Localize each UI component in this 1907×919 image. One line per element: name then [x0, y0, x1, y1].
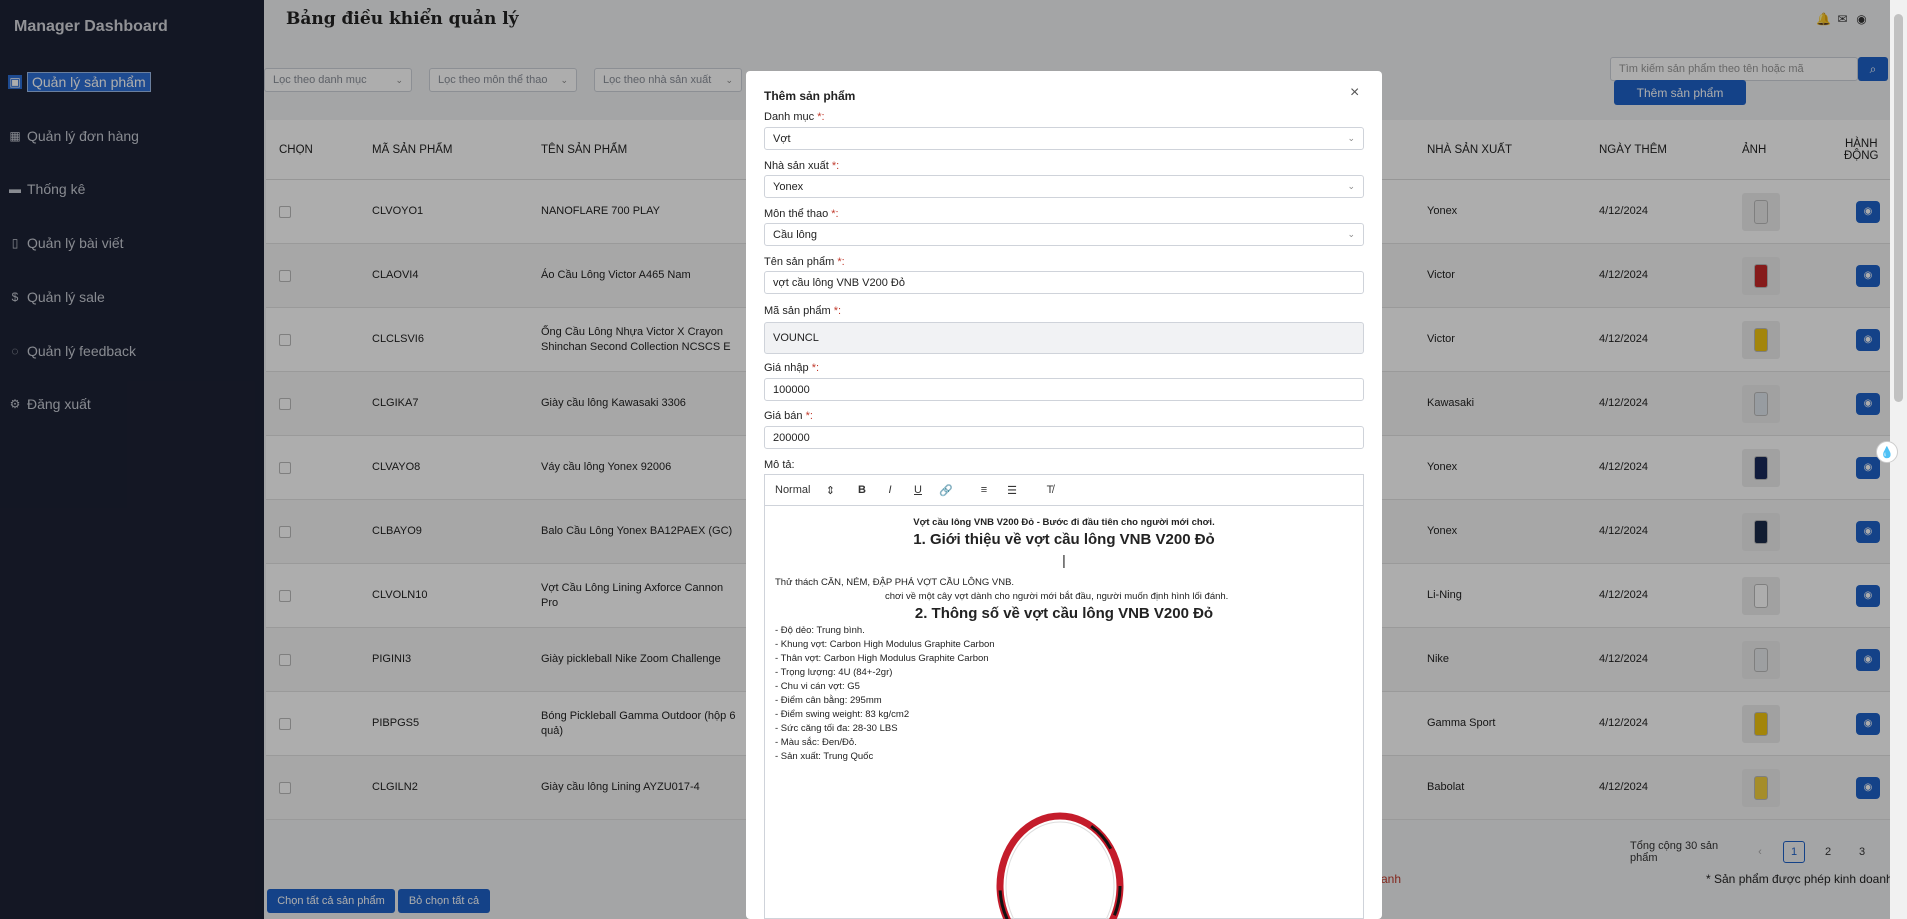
bullet-list-icon[interactable]: ☰: [1005, 484, 1019, 497]
chevron-down-icon: ⌄: [1347, 181, 1355, 191]
close-icon[interactable]: ×: [1350, 84, 1359, 102]
required-mark: *:: [811, 362, 820, 374]
paragraph-2: chơi về một cây vợt dành cho người mới b…: [885, 591, 1229, 602]
maker-value: Yonex: [773, 180, 804, 193]
name-label: Tên sản phẩm *:: [764, 256, 845, 268]
racket-image: [985, 811, 1135, 919]
clear-format-icon[interactable]: T̸: [1043, 484, 1057, 496]
modal-title: Thêm sản phẩm: [764, 89, 856, 103]
spec-item: - Điểm swing weight: 83 kg/cm2: [775, 709, 910, 720]
spec-item: - Độ dẻo: Trung bình.: [775, 625, 865, 636]
editor-toolbar: Normal ⇕ B I U 🔗 ≡ ☰ T̸: [765, 475, 1363, 506]
sport-value: Cầu lông: [773, 228, 818, 241]
spec-item: - Sức căng tối đa: 28-30 LBS: [775, 723, 898, 734]
add-product-modal: Thêm sản phẩm × Danh mục *: Vợt ⌄ Nhà sản…: [746, 71, 1382, 919]
paragraph-1: Thử thách CĂN, NÉM, ĐẬP PHÁ VỢT CẦU LÔNG…: [775, 577, 1015, 588]
spec-item: - Khung vợt: Carbon High Modulus Graphit…: [775, 639, 995, 650]
description-label: Mô tả:: [764, 459, 795, 471]
sport-label: Môn thể thao *:: [764, 208, 839, 220]
chevron-down-icon: ⌄: [1347, 133, 1355, 143]
category-label-text: Danh mục: [764, 111, 818, 123]
import-price-input[interactable]: 100000: [764, 378, 1364, 401]
spec-item: - Sản xuất: Trung Quốc: [775, 751, 874, 762]
sale-label-text: Giá bán: [764, 410, 806, 422]
format-select[interactable]: Normal ⇕: [775, 484, 835, 497]
spec-item: - Trọng lượng: 4U (84+-2gr): [775, 667, 893, 678]
required-mark: *:: [817, 111, 825, 123]
product-name-input[interactable]: vợt cầu lông VNB V200 Đỏ: [764, 271, 1364, 294]
heading-1: 1. Giới thiệu về vợt cầu lông VNB V200 Đ…: [913, 531, 1215, 548]
editor-content[interactable]: Vợt cầu lông VNB V200 Đỏ - Bước đi đầu t…: [765, 506, 1363, 919]
scrollbar-thumb[interactable]: [1894, 14, 1903, 402]
link-icon[interactable]: 🔗: [939, 484, 953, 497]
spec-item: - Điểm cân bằng: 295mm: [775, 695, 882, 706]
maker-label: Nhà sản xuất *:: [764, 160, 839, 172]
chevron-down-icon: ⌄: [1347, 229, 1355, 239]
droplet-icon[interactable]: 💧: [1876, 441, 1898, 463]
required-mark: *:: [837, 256, 845, 268]
product-code-input: VOUNCL: [764, 322, 1364, 354]
required-mark: *:: [831, 160, 840, 172]
intro-text: Vợt cầu lông VNB V200 Đỏ - Bước đi đầu t…: [913, 517, 1215, 528]
code-label-text: Mã sản phẩm: [764, 305, 834, 317]
category-select[interactable]: Vợt ⌄: [764, 127, 1364, 150]
category-value: Vợt: [773, 132, 791, 145]
spec-item: - Thân vợt: Carbon High Modulus Graphite…: [775, 653, 989, 664]
text-caret: |: [1062, 552, 1066, 568]
spec-item: - Màu sắc: Đen/Đỏ.: [775, 737, 857, 748]
format-value: Normal: [775, 483, 811, 496]
maker-select[interactable]: Yonex ⌄: [764, 175, 1364, 198]
required-mark: *:: [805, 410, 813, 422]
required-mark: *:: [833, 305, 842, 317]
bold-icon[interactable]: B: [855, 484, 869, 496]
italic-icon[interactable]: I: [883, 484, 897, 496]
sale-price-label: Giá bán *:: [764, 410, 813, 422]
spec-item: - Chu vi cán vợt: G5: [775, 681, 860, 692]
import-label-text: Giá nhập: [764, 362, 812, 374]
spec-list: - Độ dẻo: Trung bình. - Khung vợt: Carbon…: [775, 624, 1353, 764]
sport-label-text: Môn thể thao: [764, 208, 832, 220]
ordered-list-icon[interactable]: ≡: [977, 484, 991, 496]
required-mark: *:: [831, 208, 839, 220]
maker-label-text: Nhà sản xuất: [764, 160, 832, 172]
name-label-text: Tên sản phẩm: [764, 256, 838, 268]
sale-price-input[interactable]: 200000: [764, 426, 1364, 449]
category-label: Danh mục *:: [764, 111, 825, 123]
code-label: Mã sản phẩm *:: [764, 305, 841, 317]
heading-2: 2. Thông số về vợt cầu lông VNB V200 Đỏ: [914, 605, 1214, 622]
updown-icon: ⇕: [825, 484, 835, 497]
sport-select[interactable]: Cầu lông ⌄: [764, 223, 1364, 246]
import-price-label: Giá nhập *:: [764, 362, 819, 374]
description-editor[interactable]: Normal ⇕ B I U 🔗 ≡ ☰ T̸ Vợt cầu lông VNB …: [764, 474, 1364, 919]
underline-icon[interactable]: U: [911, 484, 925, 496]
